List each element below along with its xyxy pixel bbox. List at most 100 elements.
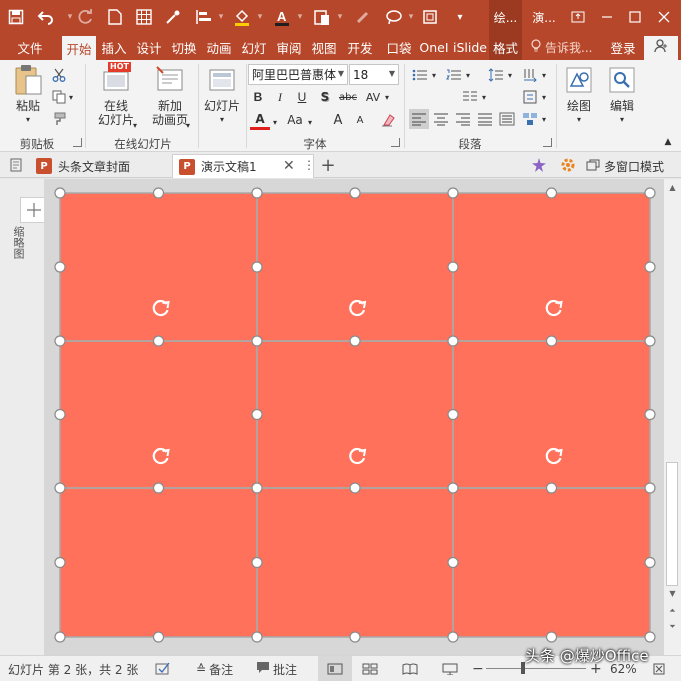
numbering-dropdown-icon[interactable]: ▾ (463, 65, 473, 85)
shrink-font-button[interactable]: A (350, 110, 370, 130)
scroll-up-icon[interactable]: ▲ (664, 181, 681, 193)
context-tab-drawing[interactable]: 绘... (489, 0, 522, 34)
line-spacing-dropdown-icon[interactable]: ▾ (505, 65, 515, 85)
fit-to-window-icon[interactable] (652, 656, 666, 681)
bold-button[interactable]: B (248, 87, 268, 107)
new-file-icon[interactable] (103, 5, 127, 29)
reading-view-icon[interactable] (402, 656, 418, 681)
paste-dropdown-icon[interactable]: ▾ (328, 5, 352, 29)
smartart-icon[interactable] (520, 109, 540, 129)
close-icon[interactable] (652, 5, 676, 29)
thumbnail-pane-label[interactable]: 缩略图 (12, 226, 26, 259)
columns-icon[interactable] (460, 87, 480, 107)
character-spacing-button[interactable]: AV (362, 87, 384, 107)
grow-font-button[interactable]: A (328, 110, 348, 130)
tab-view[interactable]: 视图 (307, 34, 341, 60)
paragraph-launcher-icon[interactable] (543, 138, 552, 147)
tab-review[interactable]: 审阅 (272, 34, 306, 60)
drawing-button[interactable]: 绘图 ▾ (559, 64, 599, 127)
italic-button[interactable]: I (270, 87, 290, 107)
ribbon-display-icon[interactable] (566, 5, 590, 29)
align-left-icon[interactable] (409, 109, 429, 129)
magic-wand-icon[interactable] (529, 155, 549, 175)
normal-view-icon[interactable] (318, 656, 352, 681)
next-slide-icon[interactable]: ⏷ (664, 621, 681, 633)
tab-insert[interactable]: 插入 (97, 34, 131, 60)
bullets-dropdown-icon[interactable]: ▾ (429, 65, 439, 85)
minimize-icon[interactable] (595, 5, 619, 29)
strikethrough-button[interactable]: abc (337, 87, 359, 107)
eyedropper-icon[interactable] (161, 5, 185, 29)
bullets-icon[interactable] (410, 65, 430, 85)
underline-button[interactable]: U (292, 87, 312, 107)
brush-icon[interactable] (351, 5, 375, 29)
font-color-dropdown-icon[interactable]: ▾ (288, 5, 312, 29)
tab-file[interactable]: 文件 (8, 34, 52, 60)
slideshow-icon[interactable] (442, 656, 458, 681)
multi-window-toggle[interactable]: 多窗口模式 (584, 154, 680, 178)
justify-icon[interactable] (475, 109, 495, 129)
tab-design[interactable]: 设计 (132, 34, 166, 60)
tab-format[interactable]: 格式 (489, 34, 522, 60)
doc-tab-presentation[interactable]: P 演示文稿1 ✕ ⋮ (172, 154, 315, 178)
slide-sorter-icon[interactable] (362, 656, 378, 681)
align-center-icon[interactable] (431, 109, 451, 129)
tab-islide[interactable]: iSlide (452, 34, 488, 60)
font-color-dropdown-icon[interactable]: ▾ (270, 112, 280, 132)
tab-home[interactable]: 开始 (62, 36, 96, 60)
settings-gear-icon[interactable] (558, 155, 578, 175)
save-icon[interactable] (4, 5, 28, 29)
share-button[interactable] (644, 36, 678, 60)
redo-icon[interactable] (74, 5, 98, 29)
zoom-out-icon[interactable]: − (472, 656, 484, 681)
maximize-icon[interactable] (623, 5, 647, 29)
more-options-icon[interactable]: ⋮ (303, 158, 315, 172)
text-direction-icon[interactable] (520, 65, 540, 85)
grid-icon[interactable] (132, 5, 156, 29)
undo-icon[interactable] (34, 5, 58, 29)
qat-customize-icon[interactable]: ▾ (448, 5, 472, 29)
numbering-icon[interactable] (444, 65, 464, 85)
change-case-button[interactable]: Aa (284, 110, 306, 130)
spell-check-icon[interactable] (155, 656, 171, 681)
animation-page-dropdown-icon[interactable]: ▾ (183, 115, 193, 135)
comments-button[interactable]: 批注 (256, 656, 297, 681)
align-right-icon[interactable] (453, 109, 473, 129)
notes-button[interactable]: ≙ 备注 (196, 656, 233, 681)
cut-icon[interactable] (49, 65, 69, 85)
previous-slide-icon[interactable]: ⏶ (664, 605, 681, 617)
tab-developer[interactable]: 开发 (342, 34, 378, 60)
scroll-down-icon[interactable]: ▼ (664, 587, 681, 599)
crop-icon[interactable] (418, 5, 442, 29)
tab-animations[interactable]: 动画 (202, 34, 236, 60)
font-color-button[interactable]: A (250, 110, 270, 130)
align-text-dropdown-icon[interactable]: ▾ (539, 87, 549, 107)
slide-button[interactable]: 幻灯片 ▾ (200, 64, 244, 127)
online-slides-dropdown-icon[interactable]: ▾ (130, 115, 140, 135)
tell-me-box[interactable]: 告诉我... (530, 34, 592, 60)
new-tab-icon[interactable]: + (318, 155, 338, 176)
tab-pocket[interactable]: 口袋 (382, 34, 416, 60)
font-name-combo[interactable]: 阿里巴巴普惠体 ▼ (248, 64, 348, 85)
slide[interactable] (60, 193, 650, 637)
tab-onenote[interactable]: OneI (417, 34, 451, 60)
copy-dropdown-icon[interactable]: ▾ (66, 87, 76, 107)
document-list-icon[interactable] (6, 155, 26, 175)
close-tab-icon[interactable]: ✕ (283, 158, 295, 174)
line-spacing-icon[interactable] (486, 65, 506, 85)
paste-button[interactable]: 粘贴 ▾ (8, 64, 48, 127)
font-launcher-icon[interactable] (391, 138, 400, 147)
font-size-combo[interactable]: 18 ▼ (349, 64, 399, 85)
editing-button[interactable]: 编辑 ▾ (602, 64, 642, 127)
collapse-ribbon-icon[interactable]: ▲ (660, 132, 676, 152)
text-shadow-button[interactable]: S (315, 87, 335, 107)
doc-tab-cover[interactable]: P 头条文章封面 (30, 154, 170, 178)
spacing-dropdown-icon[interactable]: ▾ (382, 87, 392, 107)
text-direction-dropdown-icon[interactable]: ▾ (539, 65, 549, 85)
distributed-icon[interactable] (497, 109, 517, 129)
login-button[interactable]: 登录 (608, 34, 638, 60)
scrollbar-thumb[interactable] (666, 462, 678, 586)
clear-formatting-icon[interactable] (378, 110, 398, 130)
columns-dropdown-icon[interactable]: ▾ (479, 87, 489, 107)
smartart-dropdown-icon[interactable]: ▾ (539, 109, 549, 129)
